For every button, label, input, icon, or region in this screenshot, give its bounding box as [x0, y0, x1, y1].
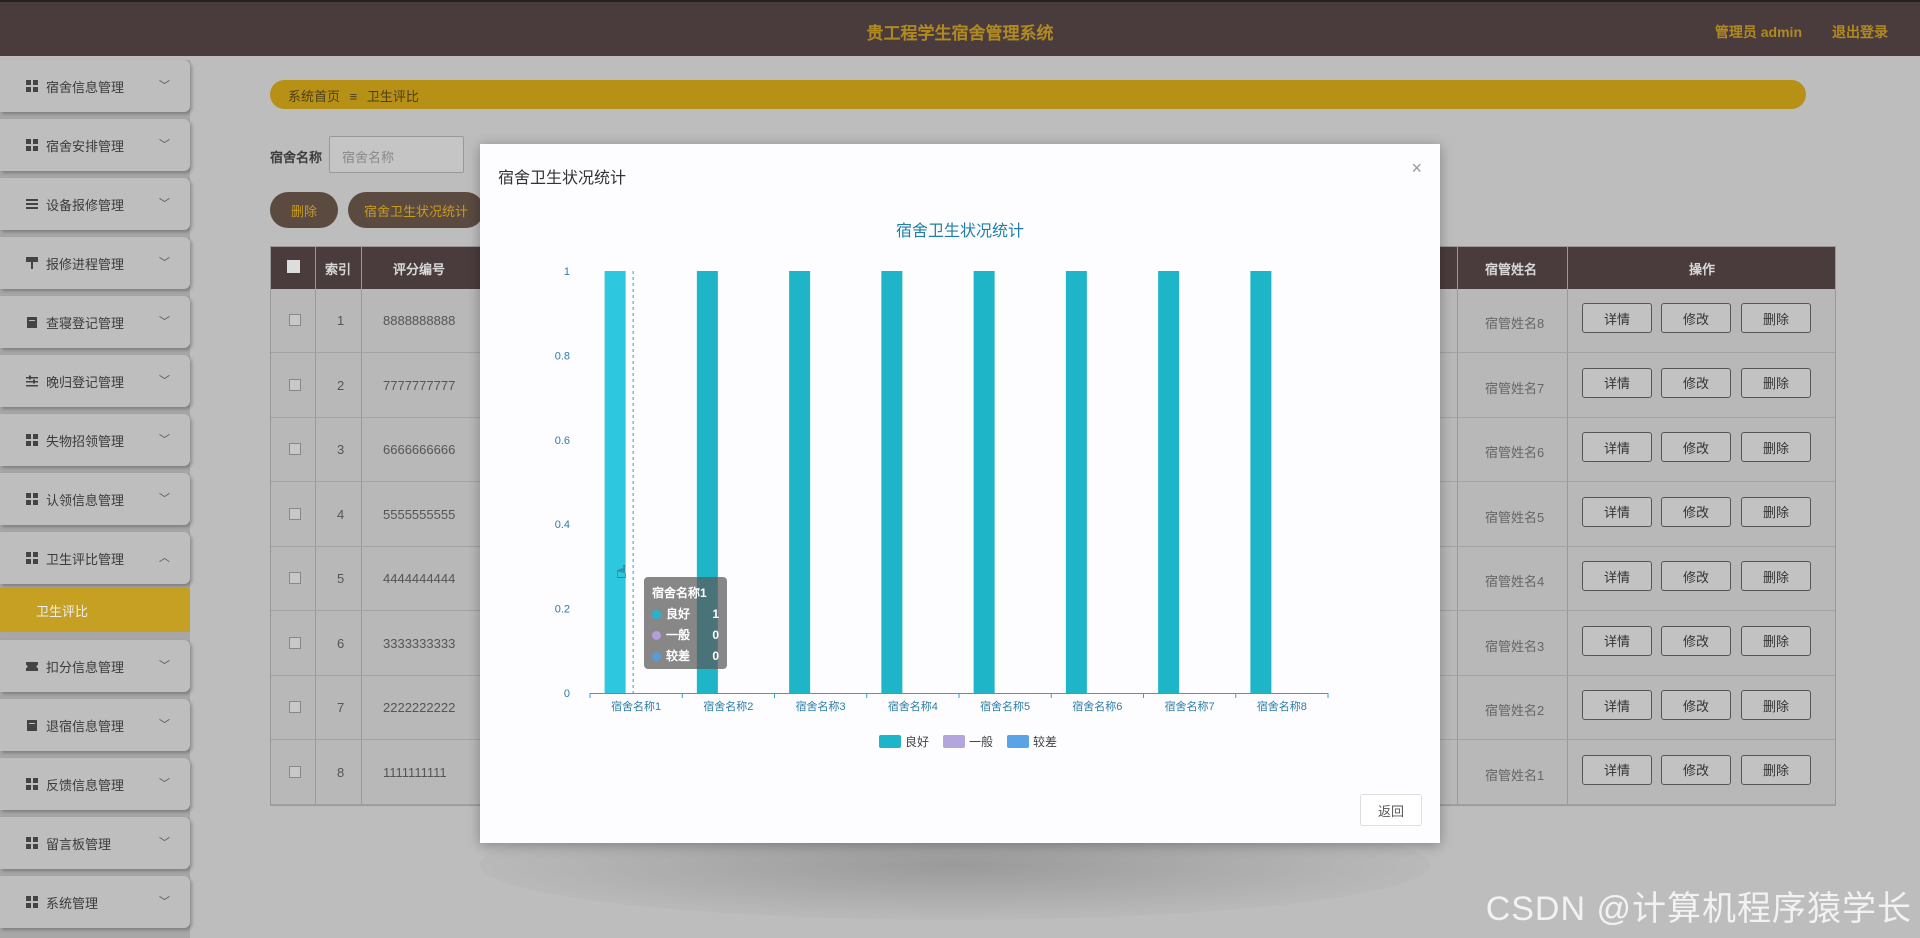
chart-legend: 良好 一般 较差 — [480, 733, 1440, 750]
tooltip-value: 0 — [712, 628, 719, 642]
legend-label: 较差 — [1033, 735, 1058, 749]
bar — [1158, 271, 1180, 693]
hand-cursor-icon: ☝ — [616, 562, 627, 582]
y-tick-label: 0 — [564, 688, 570, 700]
x-tick-label: 宿舍名称5 — [980, 699, 1030, 713]
legend-item[interactable]: 一般 — [942, 733, 993, 750]
legend-label: 良好 — [904, 735, 929, 749]
y-tick-label: 0.8 — [555, 350, 570, 362]
bar — [1065, 271, 1087, 693]
tooltip-category: 宿舍名称1 — [652, 586, 707, 600]
x-tick-label: 宿舍名称2 — [703, 699, 753, 713]
stats-modal: 宿舍卫生状况统计 × 宿舍卫生状况统计 0 0.2 0.4 0.6 0.8 1 宿舍名称1 宿… — [480, 144, 1440, 843]
tooltip-value: 0 — [712, 649, 719, 663]
y-tick-label: 0.6 — [555, 435, 570, 447]
chart-tooltip: 宿舍名称1 良好 1 一般 0 较差 0 — [644, 577, 727, 669]
x-tick-label: 宿舍名称3 — [796, 699, 846, 713]
bar — [973, 271, 995, 693]
legend-swatch — [942, 735, 965, 748]
tooltip-row: 一般 0 — [652, 625, 719, 646]
x-tick-label: 宿舍名称6 — [1072, 699, 1122, 713]
tooltip-row: 较差 0 — [652, 646, 719, 667]
y-tick-label: 0.4 — [555, 519, 570, 531]
legend-label: 一般 — [968, 735, 993, 749]
tooltip-dot — [652, 652, 661, 661]
y-tick-label: 0.2 — [555, 604, 570, 616]
tooltip-series: 较差 — [666, 649, 691, 663]
tooltip-series: 一般 — [666, 628, 691, 642]
bar — [604, 271, 626, 693]
tooltip-dot — [652, 610, 661, 619]
x-tick-label: 宿舍名称7 — [1165, 699, 1215, 713]
y-tick-label: 1 — [564, 266, 570, 278]
return-button[interactable]: 返回 — [1360, 794, 1422, 826]
legend-item[interactable]: 良好 — [878, 733, 929, 750]
bar — [789, 271, 811, 693]
legend-swatch — [1007, 735, 1029, 748]
legend-swatch — [878, 735, 901, 748]
x-tick-label: 宿舍名称1 — [611, 699, 661, 713]
tooltip-dot — [652, 631, 661, 640]
x-tick-label: 宿舍名称8 — [1257, 699, 1307, 713]
tooltip-value: 1 — [712, 607, 719, 621]
tooltip-series: 良好 — [666, 607, 691, 621]
x-tick-label: 宿舍名称4 — [888, 699, 938, 713]
bar — [881, 271, 903, 693]
bar — [1250, 271, 1272, 693]
legend-item[interactable]: 较差 — [1007, 733, 1057, 750]
tooltip-row: 良好 1 — [652, 604, 719, 625]
